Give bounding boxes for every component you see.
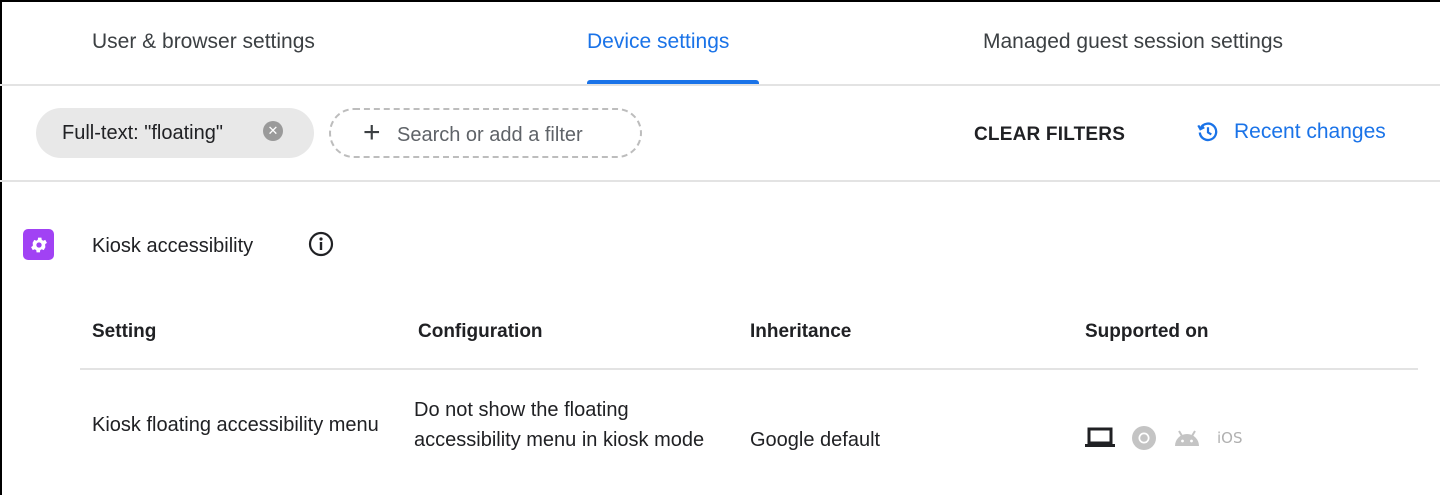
search-placeholder: Search or add a filter [397,124,583,146]
remove-filter-icon[interactable]: ✕ [263,121,283,141]
plus-icon: + [363,116,381,149]
info-icon[interactable] [308,231,334,257]
gear-icon [23,229,54,260]
column-header-inheritance: Inheritance [750,321,852,342]
recent-changes-button[interactable]: Recent changes [1196,120,1386,144]
tab-device-settings[interactable]: Device settings [587,30,729,54]
column-header-setting: Setting [92,321,157,342]
recent-changes-label: Recent changes [1234,120,1386,143]
laptop-icon [1085,427,1115,447]
chrome-icon [1132,426,1156,450]
ios-label: iOS [1217,429,1243,447]
active-tab-indicator [587,80,759,84]
inheritance-value: Google default [750,429,881,451]
supported-platforms: iOS [1085,425,1259,451]
history-icon [1197,122,1218,142]
configuration-value: Do not show the floating accessibility m… [414,399,705,451]
tab-managed-guest-session-settings[interactable]: Managed guest session settings [983,30,1283,54]
tab-user-browser-settings[interactable]: User & browser settings [92,30,315,54]
section-title: Kiosk accessibility [92,235,254,257]
filter-bar: Full-text: "floating" ✕ + Search or add … [0,86,1440,182]
header-divider [80,368,1418,370]
column-header-configuration: Configuration [418,321,543,342]
tab-bar: User & browser settings Device settings … [0,0,1440,86]
filter-chip-label: Full-text: "floating" [62,121,223,144]
column-header-supported-on: Supported on [1085,321,1209,342]
search-input[interactable]: + Search or add a filter [329,108,642,158]
android-icon [1175,430,1199,446]
setting-name-link[interactable]: Kiosk floating accessibility menu [92,410,382,440]
clear-filters-button[interactable]: CLEAR FILTERS [974,124,1125,146]
